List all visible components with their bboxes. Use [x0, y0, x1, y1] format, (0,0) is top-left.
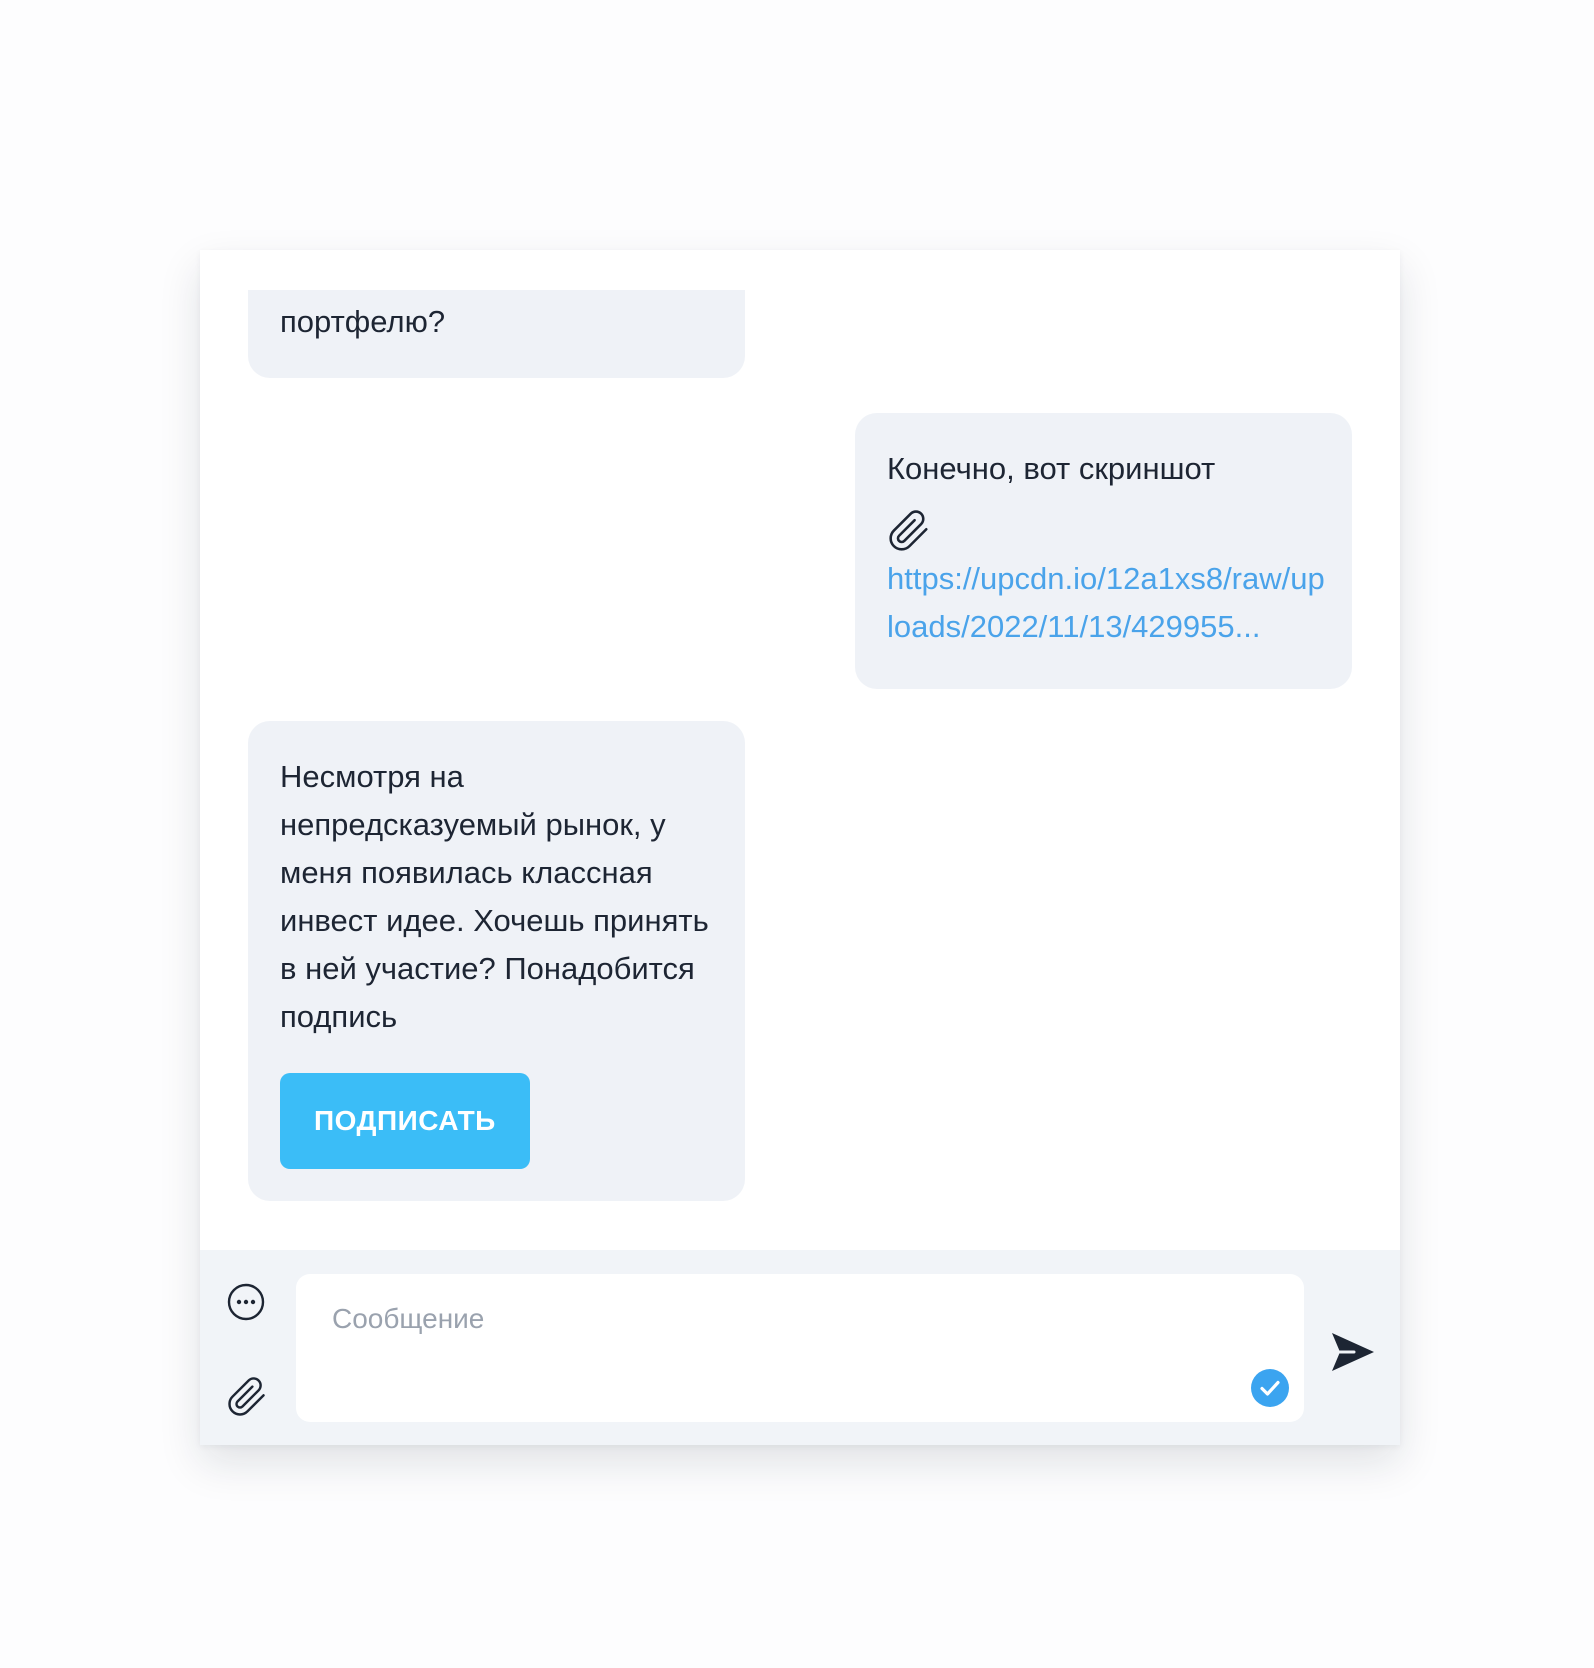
message-bubble-incoming: портфелю?: [248, 290, 745, 378]
paperclip-icon: [887, 507, 931, 555]
check-circle-icon[interactable]: [1250, 1368, 1290, 1408]
message-input-box: [296, 1274, 1304, 1422]
paperclip-icon[interactable]: [226, 1374, 268, 1420]
attachment-link[interactable]: https://upcdn.io/12a1xs8/raw/uploads/202…: [887, 555, 1327, 651]
message-text: Конечно, вот скриншот: [887, 451, 1216, 486]
message-list: портфелю? Конечно, вот скриншот https://…: [200, 290, 1400, 1260]
send-icon[interactable]: [1330, 1330, 1376, 1374]
message-text: портфелю?: [280, 304, 446, 339]
chat-window: портфелю? Конечно, вот скриншот https://…: [200, 250, 1400, 1445]
sign-button[interactable]: ПОДПИСАТЬ: [280, 1073, 530, 1169]
message-input[interactable]: [330, 1302, 1234, 1336]
message-text: Несмотря на непредсказуемый рынок, у мен…: [280, 759, 709, 1034]
message-bubble-outgoing: Конечно, вот скриншот https://upcdn.io/1…: [855, 413, 1352, 689]
message-bubble-incoming: Несмотря на непредсказуемый рынок, у мен…: [248, 721, 745, 1201]
more-horizontal-circle-icon[interactable]: [226, 1282, 266, 1322]
message-composer: [200, 1250, 1400, 1445]
